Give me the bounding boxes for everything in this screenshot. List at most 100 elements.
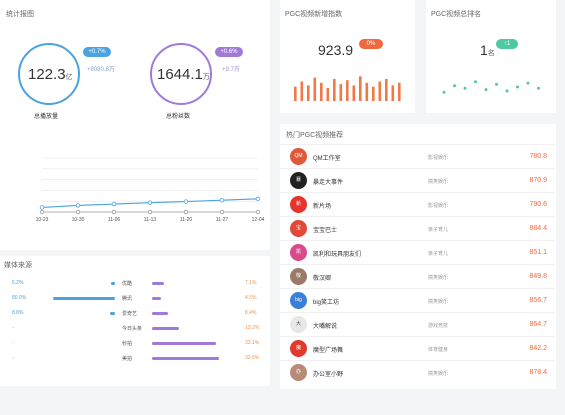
hot-pgc-item[interactable]: 办办公室小野 搞笑娱乐 878.4: [280, 360, 555, 385]
ranking-dot: [463, 86, 467, 90]
channel-score: 849.8: [529, 273, 547, 280]
ranking-dot-sparkline: [442, 80, 540, 94]
data-point-primary: [255, 196, 261, 202]
source-right-percent: 33.1%: [245, 340, 260, 346]
growth-bar-sparkline: [294, 76, 401, 101]
hot-pgc-item[interactable]: 新新片场 影视娱乐 790.6: [280, 192, 555, 217]
data-point-primary: [111, 201, 117, 207]
channel-name[interactable]: 宝宝巴士: [313, 225, 337, 234]
channel-name[interactable]: 办公室小野: [313, 369, 343, 378]
x-tick-label: 11-20: [180, 217, 193, 223]
total-fans-change-abs: +9.7万: [222, 67, 240, 73]
growth-bar: [333, 78, 336, 101]
channel-category: 影视娱乐: [428, 203, 449, 209]
channel-avatar: 暴: [290, 172, 307, 189]
stats-title: 统计报图: [6, 11, 34, 18]
data-point-baseline: [39, 209, 45, 215]
ranking-badge: ↑1: [496, 39, 518, 49]
growth-bar: [346, 80, 349, 101]
channel-score: 842.2: [529, 345, 547, 352]
channel-score: 878.4: [529, 369, 547, 376]
ranking-dot: [442, 90, 446, 94]
channel-name[interactable]: 暴走大事件: [313, 177, 343, 186]
growth-bar: [372, 86, 375, 101]
hot-pgc-item[interactable]: 魔魔型广场舞 体育健身 842.2: [280, 336, 555, 361]
ranking-value: 1名: [480, 42, 495, 58]
ranking-dot: [495, 82, 498, 86]
growth-bar: [391, 85, 395, 101]
channel-category: 亲子育儿: [428, 227, 449, 233]
source-right-percent: 4.5%: [245, 295, 257, 301]
total-fans-value: 1644.1万: [157, 66, 210, 83]
hot-pgc-item[interactable]: 凯凯利和玩具朋友们 亲子育儿 851.1: [280, 240, 555, 265]
hot-pgc-item[interactable]: 暴暴走大事件 搞笑娱乐 870.9: [280, 168, 555, 193]
channel-category: 搞笑娱乐: [428, 179, 449, 185]
total-views-value: 122.3亿: [28, 66, 73, 83]
source-name: 秒拍: [122, 341, 133, 347]
growth-bar: [313, 77, 317, 101]
growth-bar: [300, 81, 304, 101]
channel-name[interactable]: 凯利和玩具朋友们: [313, 249, 361, 258]
ranking-dot: [474, 80, 477, 84]
source-right-bar: [152, 357, 219, 360]
channel-name[interactable]: QM工作室: [313, 153, 341, 162]
channel-category: 亲子育儿: [428, 251, 449, 257]
channel-avatar: 魔: [290, 340, 307, 357]
channel-category: 体育健身: [428, 347, 449, 353]
hot-pgc-item[interactable]: big big笑工坊 搞笑娱乐 856.7: [280, 288, 555, 313]
channel-category: 搞笑娱乐: [428, 299, 449, 305]
data-point-baseline: [183, 209, 189, 215]
growth-bar: [359, 76, 362, 101]
source-name: 爱奇艺: [122, 311, 138, 317]
channel-score: 780.8: [529, 153, 547, 160]
growth-bar: [352, 85, 356, 101]
growth-bar: [294, 86, 297, 101]
ranking-dot: [516, 85, 519, 89]
growth-value: 923.9: [318, 42, 354, 58]
source-right-percent: 8.4%: [245, 310, 257, 316]
source-left-percent: 80.0%: [12, 295, 27, 301]
hot-pgc-item[interactable]: QM QM工作室 影视娱乐 780.8: [280, 144, 555, 169]
data-point-primary: [39, 205, 45, 210]
channel-name[interactable]: 魔型广场舞: [313, 345, 343, 354]
hot-pgc-item[interactable]: 宝宝宝巴士 亲子育儿 884.4: [280, 216, 555, 241]
growth-bar: [385, 78, 388, 101]
source-right-bar: [152, 312, 168, 315]
channel-name[interactable]: 敬汉卿: [313, 273, 331, 282]
total-ranking-card: PGC视频总排名 1名 ↑1: [426, 0, 556, 113]
growth-bar: [378, 81, 382, 101]
total-views-change-abs: +8080.8万: [87, 67, 115, 73]
ranking-dot: [453, 84, 456, 88]
channel-avatar: 大: [290, 316, 307, 333]
channel-category: 搞笑娱乐: [428, 371, 449, 377]
ranking-dot: [505, 89, 509, 93]
hot-pgc-item[interactable]: 敬敬汉卿 搞笑娱乐 849.8: [280, 264, 555, 289]
hot-pgc-title: 热门PGC视频推荐: [286, 132, 344, 139]
channel-score: 790.6: [529, 201, 547, 208]
channel-avatar: 新: [290, 196, 307, 213]
source-right-bar: [152, 282, 164, 285]
growth-badge: 0%: [359, 39, 383, 49]
ranking-dot: [537, 86, 540, 90]
data-point-baseline: [255, 209, 261, 215]
total-fans-label: 总粉丝数: [166, 114, 191, 120]
data-point-baseline: [147, 209, 153, 215]
media-source-row: 5.2% 优酷 7.1%: [0, 279, 270, 291]
data-point-primary: [147, 200, 153, 205]
data-point-primary: [75, 203, 81, 208]
source-right-bar: [152, 342, 216, 345]
hot-pgc-item[interactable]: 大大嘴解说 游戏竞技 864.7: [280, 312, 555, 337]
source-left-percent: 5.2%: [12, 280, 24, 286]
source-name: 腾讯: [122, 296, 133, 302]
ranking-dot: [526, 81, 530, 85]
media-source-row: 8.8% 爱奇艺 8.4%: [0, 309, 270, 321]
source-left-bar: [111, 282, 115, 285]
growth-bar: [307, 85, 310, 101]
channel-name[interactable]: 新片场: [313, 201, 331, 210]
channel-avatar: 宝: [290, 220, 307, 237]
x-tick-label: 11-13: [144, 217, 157, 223]
channel-avatar: 办: [290, 364, 307, 381]
total-views-change-pill: +0.7%: [83, 47, 111, 57]
channel-name[interactable]: big笑工坊: [313, 297, 339, 306]
channel-name[interactable]: 大嘴解说: [313, 321, 337, 330]
